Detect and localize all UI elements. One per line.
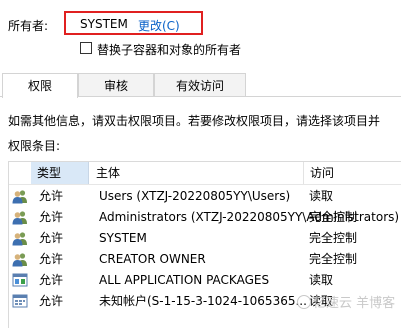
row-type: 允许 [39, 252, 64, 266]
row-principal: Users (XTZJ-20220805YY\Users) [99, 189, 291, 203]
tab-permissions[interactable]: 权限 [2, 73, 78, 98]
tab-effective-access[interactable]: 有效访问 [154, 73, 246, 97]
watermark: 亿速云 羊博客 [297, 292, 395, 311]
table-row[interactable]: 允许 Administrators (XTZJ-20220805YY\Admin… [9, 207, 401, 228]
unknown-account-icon [12, 294, 28, 308]
user-group-icon [12, 190, 27, 204]
permission-entries-label: 权限条目: [8, 139, 61, 153]
column-header-access[interactable]: 访问 [304, 162, 401, 184]
row-type: 允许 [39, 294, 64, 308]
replace-owner-checkbox-label[interactable]: 替换子容器和对象的所有者 [97, 41, 241, 58]
row-type: 允许 [39, 189, 64, 203]
user-group-icon [12, 232, 27, 246]
watermark-text: 亿速云 羊博客 [313, 296, 396, 311]
table-row[interactable]: 允许 ALL APPLICATION PACKAGES 读取 [9, 270, 401, 291]
row-access: 读取 [309, 189, 334, 203]
row-access: 读取 [309, 273, 334, 287]
row-access: 完全控制 [309, 231, 358, 245]
owner-value: SYSTEM [80, 17, 128, 31]
row-access: 完全控制 [309, 210, 358, 224]
row-type: 允许 [39, 210, 64, 224]
column-header-type[interactable]: 类型 [31, 162, 89, 184]
app-package-icon [12, 273, 28, 287]
user-group-icon [12, 211, 27, 225]
row-principal: SYSTEM [99, 231, 147, 245]
owner-label: 所有者: [8, 19, 49, 33]
user-group-icon [12, 253, 27, 267]
row-principal: 未知帐户(S-1-15-3-1024-1065365... [99, 294, 307, 308]
table-row[interactable]: 允许 SYSTEM 完全控制 [9, 228, 401, 249]
replace-owner-checkbox[interactable] [80, 42, 92, 54]
list-header: 类型 主体 访问 [9, 162, 401, 185]
tab-bar: 权限 审核 有效访问 [2, 73, 401, 98]
row-access: 完全控制 [309, 252, 358, 266]
table-row[interactable]: 允许 CREATOR OWNER 完全控制 [9, 249, 401, 270]
column-header-principal[interactable]: 主体 [90, 162, 304, 184]
row-type: 允许 [39, 273, 64, 287]
tab-auditing[interactable]: 审核 [78, 73, 154, 97]
permissions-info-text: 如需其他信息，请双击权限项目。若要修改权限项目，请选择该项目并 [8, 114, 381, 128]
change-owner-link[interactable]: 更改(C) [138, 17, 180, 34]
watermark-logo-icon [297, 295, 311, 309]
row-principal: ALL APPLICATION PACKAGES [99, 273, 270, 287]
row-type: 允许 [39, 231, 64, 245]
row-principal: CREATOR OWNER [99, 252, 206, 266]
table-row[interactable]: 允许 Users (XTZJ-20220805YY\Users) 读取 [9, 186, 401, 207]
